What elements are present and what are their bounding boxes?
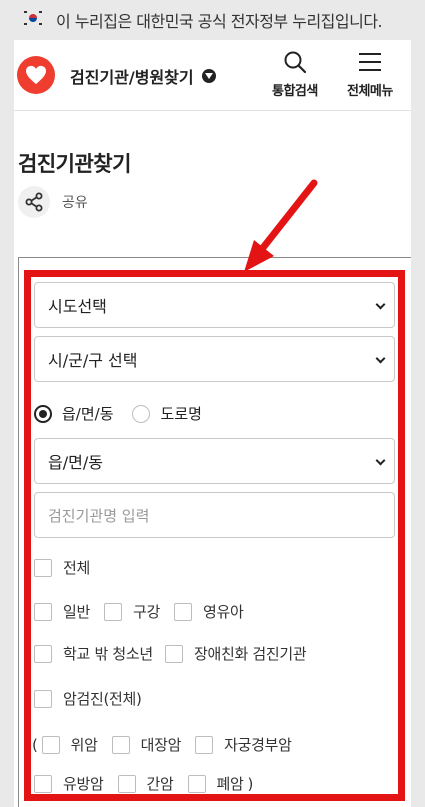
gov-banner: 이 누리집은 대한민국 공식 전자정부 누리집입니다.	[0, 0, 425, 40]
korea-flag-icon	[24, 11, 42, 25]
menu-label: 전체메뉴	[347, 84, 393, 99]
logo-icon[interactable]	[17, 56, 55, 94]
site-title: 검진기관/병원찾기	[70, 68, 194, 87]
site-title-dropdown[interactable]: 검진기관/병원찾기	[70, 64, 216, 88]
search-icon	[284, 51, 307, 74]
share-button[interactable]: 공유	[18, 186, 88, 218]
page-title: 검진기관찾기	[18, 152, 131, 176]
search-button[interactable]: 통합검색	[272, 50, 318, 99]
site-header: 검진기관/병원찾기 통합검색 전체메뉴	[14, 40, 411, 111]
gov-banner-text: 이 누리집은 대한민국 공식 전자정부 누리집입니다.	[56, 12, 383, 31]
share-label: 공유	[62, 195, 88, 211]
menu-button[interactable]: 전체메뉴	[347, 50, 393, 99]
caret-down-icon	[201, 69, 216, 83]
hamburger-menu-icon	[358, 53, 381, 71]
share-icon	[18, 186, 50, 218]
annotation-highlight-box	[24, 270, 405, 801]
search-label: 통합검색	[272, 84, 318, 99]
